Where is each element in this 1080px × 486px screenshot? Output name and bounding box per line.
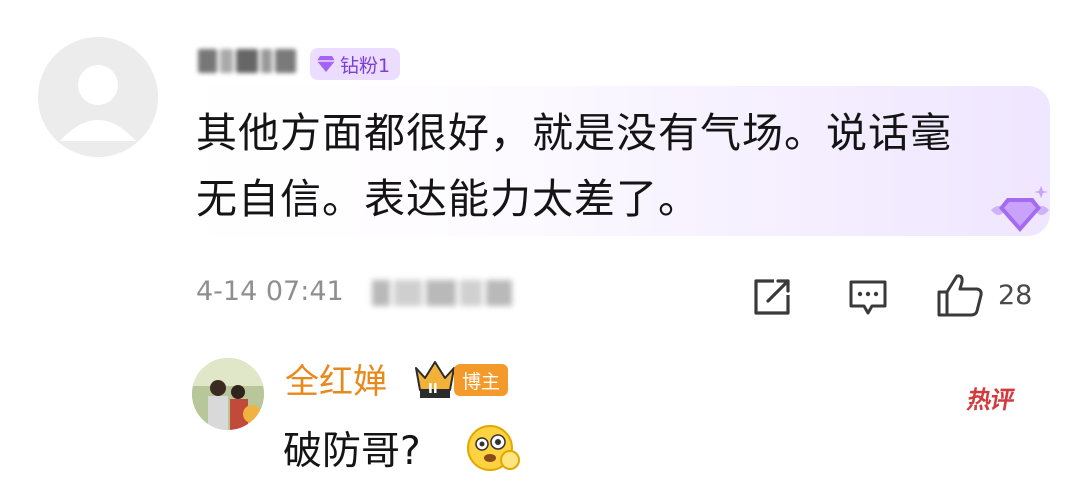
hot-comment-label: 热评 [965, 386, 1017, 414]
default-user-avatar-icon [38, 37, 158, 157]
comment-bubble-icon[interactable] [848, 279, 888, 317]
fan-badge-label: 钻粉1 [340, 54, 391, 77]
reply-author-name[interactable]: 全红婵 [285, 354, 387, 403]
reply-body[interactable]: 破防哥? [283, 420, 421, 476]
comment-body[interactable]: 其他方面都很好，就是没有气场。说话毫 无自信。表达能力太差了。 [196, 100, 1026, 232]
thumbs-up-icon[interactable] [936, 272, 984, 318]
emoji-sticker-icon [467, 425, 520, 471]
diamond-icon [317, 56, 335, 72]
comment-timestamp: 4-14 07:41 [196, 276, 344, 307]
comment-line-1: 其他方面都很好，就是没有气场。说话毫 [196, 109, 952, 157]
fan-level-badge[interactable]: 钻粉1 [310, 48, 401, 80]
comment-line-2: 无自信。表达能力太差了。 [196, 175, 700, 223]
share-icon[interactable] [752, 277, 792, 317]
commenter-username-blurred[interactable] [198, 45, 297, 77]
blogger-badge: 博主 [454, 364, 509, 396]
photo-avatar-icon [192, 358, 264, 430]
like-count: 28 [998, 280, 1033, 311]
comment-location-blurred [372, 280, 512, 308]
crown-level: II [428, 382, 438, 397]
commenter-avatar[interactable] [38, 37, 158, 157]
diamond-wings-emblem-icon [991, 186, 1049, 232]
reply-author-avatar[interactable] [192, 358, 264, 430]
